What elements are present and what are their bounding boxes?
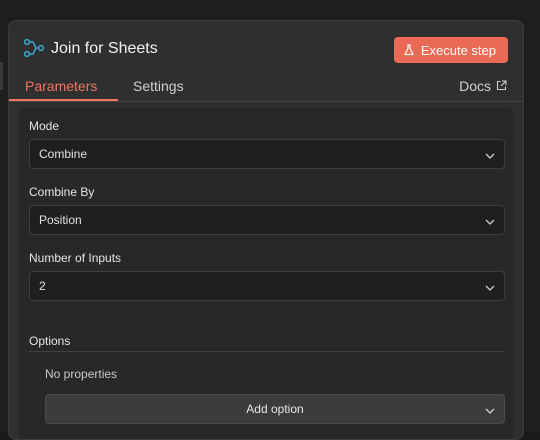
node-settings-panel: Join for Sheets Execute step Parameters … [8,20,524,440]
flask-icon [404,44,414,56]
node-title[interactable]: Join for Sheets [51,39,158,59]
number-of-inputs-select[interactable]: 2 [29,271,505,301]
combine-by-value: Position [39,213,82,227]
execute-step-label: Execute step [420,42,496,58]
mode-value: Combine [39,147,88,161]
docs-label: Docs [459,78,491,94]
chevron-down-icon [484,149,496,161]
number-of-inputs-value: 2 [39,279,46,293]
docs-link[interactable]: Docs [459,78,507,94]
background-panel-edge [0,62,3,90]
panel-header: Join for Sheets Execute step [9,21,523,73]
no-properties-text: No properties [45,367,118,381]
options-divider [29,351,505,352]
options-label: Options [29,334,71,348]
combine-by-select[interactable]: Position [29,205,505,235]
combine-by-label: Combine By [29,185,95,199]
number-of-inputs-label: Number of Inputs [29,251,122,265]
merge-node-icon [23,38,45,58]
mode-label: Mode [29,119,60,133]
panel-tabs: Parameters Settings Docs [9,73,523,102]
chevron-down-icon [484,281,496,293]
parameters-content: Mode Combine Combine By Position Number … [19,108,513,439]
chevron-down-icon [484,404,496,416]
execute-step-button[interactable]: Execute step [393,37,508,63]
mode-select[interactable]: Combine [29,139,505,169]
external-link-icon [496,78,507,94]
active-tab-indicator [9,99,118,101]
tab-parameters[interactable]: Parameters [25,78,97,94]
chevron-down-icon [484,215,496,227]
tab-settings[interactable]: Settings [133,78,184,94]
add-option-button[interactable]: Add option [45,394,505,424]
add-option-label: Add option [246,402,304,416]
